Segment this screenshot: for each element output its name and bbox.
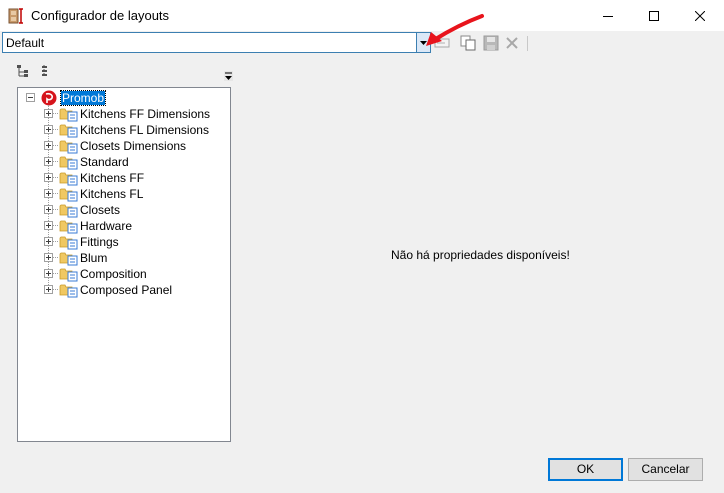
- tree-item[interactable]: Closets Dimensions: [18, 138, 228, 154]
- tree-item-label: Kitchens FL: [80, 187, 144, 201]
- expand-icon[interactable]: [44, 221, 53, 230]
- expand-icon[interactable]: [44, 285, 53, 294]
- expand-icon[interactable]: [44, 205, 53, 214]
- tree-root-node[interactable]: [18, 90, 228, 106]
- maximize-icon: [649, 10, 659, 21]
- tree-item[interactable]: Closets: [18, 202, 228, 218]
- tree-item[interactable]: Kitchens FF Dimensions: [18, 106, 228, 122]
- ok-button[interactable]: OK: [548, 458, 623, 481]
- title-bar: Configurador de layouts: [0, 0, 724, 31]
- tree-item-label: Standard: [80, 155, 129, 169]
- promob-logo-icon: [41, 90, 57, 106]
- tree-item-label: Composed Panel: [80, 283, 173, 297]
- layout-select[interactable]: Default: [2, 32, 431, 53]
- tree-item[interactable]: Kitchens FL: [18, 186, 228, 202]
- expand-tree-icon[interactable]: [16, 64, 30, 78]
- tree-root-label[interactable]: Promob: [59, 90, 107, 106]
- folder-icon: [59, 156, 78, 170]
- properties-empty-message: Não há propriedades disponíveis!: [391, 248, 570, 262]
- expand-icon[interactable]: [44, 253, 53, 262]
- tree-item[interactable]: Kitchens FF: [18, 170, 228, 186]
- tree-connector-tick: [53, 193, 58, 194]
- tree-connector-tick: [53, 257, 58, 258]
- tree-item-label: Fittings: [80, 235, 119, 249]
- close-icon: [695, 10, 705, 21]
- folder-icon: [59, 284, 78, 298]
- expand-icon[interactable]: [44, 173, 53, 182]
- tree-item-label: Closets: [80, 203, 121, 217]
- tree-item[interactable]: Hardware: [18, 218, 228, 234]
- expand-icon[interactable]: [44, 109, 53, 118]
- maximize-button[interactable]: [631, 0, 677, 31]
- minimize-button[interactable]: [585, 0, 631, 31]
- tree-item[interactable]: Blum: [18, 250, 228, 266]
- toolbar-separator: [527, 36, 528, 51]
- tree-item-label: Kitchens FF: [80, 171, 145, 185]
- tree-connector-tick: [53, 113, 58, 114]
- folder-icon: [59, 236, 78, 250]
- expand-icon[interactable]: [44, 125, 53, 134]
- tree-item-label: Kitchens FL Dimensions: [80, 123, 209, 137]
- tree-connector-tick: [53, 289, 58, 290]
- tree-connector-tick: [53, 161, 58, 162]
- tree-connector-tick: [53, 177, 58, 178]
- toolbar-overflow-icon[interactable]: [224, 71, 233, 81]
- layout-configurator-icon: [8, 8, 23, 24]
- tree-item-label: Hardware: [80, 219, 133, 233]
- cancel-button[interactable]: Cancelar: [628, 458, 703, 481]
- tree-item-label: Composition: [80, 267, 147, 281]
- tree-toolbar: [13, 59, 235, 83]
- folder-icon: [59, 108, 78, 122]
- tree-item[interactable]: Kitchens FL Dimensions: [18, 122, 228, 138]
- tree-connector-tick: [53, 209, 58, 210]
- layout-tree[interactable]: Kitchens FF Dimensions Kitchens FL Dimens…: [17, 87, 231, 442]
- minimize-icon: [603, 15, 613, 17]
- layout-select-value: Default: [6, 36, 45, 50]
- expand-icon[interactable]: [44, 237, 53, 246]
- tree-item[interactable]: Composed Panel: [18, 282, 228, 298]
- close-button[interactable]: [677, 0, 723, 31]
- tree-item-label: Kitchens FF Dimensions: [80, 107, 211, 121]
- expand-icon[interactable]: [44, 269, 53, 278]
- tree-item[interactable]: Fittings: [18, 234, 228, 250]
- folder-icon: [59, 124, 78, 138]
- tree-connector-tick: [53, 241, 58, 242]
- tree-connector-tick: [53, 225, 58, 226]
- delete-icon[interactable]: [503, 35, 521, 51]
- tree-item-label: Blum: [80, 251, 108, 265]
- tree-item-label: Closets Dimensions: [80, 139, 187, 153]
- annotation-arrow-icon: [426, 14, 484, 46]
- tree-connector-tick: [53, 145, 58, 146]
- folder-icon: [59, 268, 78, 282]
- expand-icon[interactable]: [44, 189, 53, 198]
- tree-connector-tick: [53, 273, 58, 274]
- folder-icon: [59, 204, 78, 218]
- folder-icon: [59, 188, 78, 202]
- tree-item[interactable]: Standard: [18, 154, 228, 170]
- folder-icon: [59, 172, 78, 186]
- tree-item[interactable]: Composition: [18, 266, 228, 282]
- collapse-icon[interactable]: [26, 93, 35, 102]
- expand-icon[interactable]: [44, 157, 53, 166]
- tree-connector-tick: [53, 129, 58, 130]
- folder-icon: [59, 252, 78, 266]
- folder-icon: [59, 140, 78, 154]
- tree-view-icon[interactable]: [40, 64, 54, 78]
- window-title: Configurador de layouts: [31, 8, 170, 23]
- expand-icon[interactable]: [44, 141, 53, 150]
- folder-icon: [59, 220, 78, 234]
